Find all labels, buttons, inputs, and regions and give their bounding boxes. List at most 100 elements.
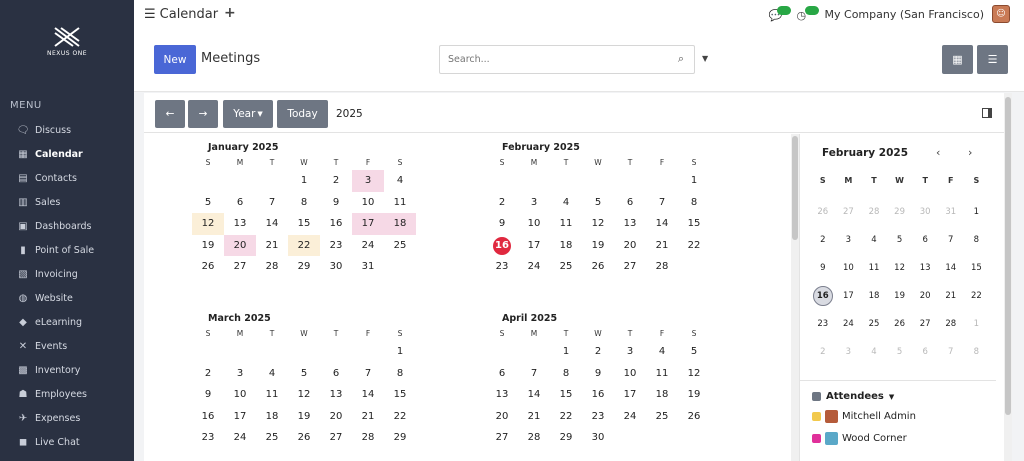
mini-day-cell[interactable]: 20 <box>912 282 938 310</box>
mini-day-cell[interactable]: 6 <box>912 226 938 254</box>
mini-day-cell[interactable]: 13 <box>912 254 938 282</box>
day-cell[interactable]: 4 <box>550 192 582 214</box>
day-cell[interactable]: 16 <box>582 384 614 406</box>
day-cell[interactable]: 10 <box>224 384 256 406</box>
day-cell[interactable]: 14 <box>646 213 678 235</box>
mini-day-cell[interactable]: 26 <box>810 198 836 226</box>
day-cell[interactable]: 21 <box>518 406 550 428</box>
scale-dropdown[interactable]: Year ▼ <box>223 100 273 128</box>
day-cell[interactable]: 27 <box>486 427 518 449</box>
mini-day-cell[interactable]: 14 <box>938 254 964 282</box>
day-cell[interactable]: 20 <box>320 406 352 428</box>
day-cell[interactable]: 18 <box>550 235 582 257</box>
day-cell[interactable]: 24 <box>518 256 550 278</box>
day-cell[interactable]: 5 <box>678 341 710 363</box>
toggle-sidepanel-icon[interactable] <box>982 108 992 118</box>
day-cell[interactable]: 15 <box>384 384 416 406</box>
day-cell[interactable]: 20 <box>486 406 518 428</box>
mini-day-cell[interactable]: 15 <box>964 254 990 282</box>
sidebar-item-invoicing[interactable]: ▧ Invoicing <box>16 262 94 286</box>
day-cell[interactable]: 12 <box>582 213 614 235</box>
day-cell[interactable]: 11 <box>550 213 582 235</box>
day-cell[interactable]: 18 <box>646 384 678 406</box>
day-cell[interactable]: 2 <box>486 192 518 214</box>
mini-day-cell[interactable]: 8 <box>964 226 990 254</box>
mini-day-cell[interactable]: 7 <box>938 226 964 254</box>
day-cell[interactable]: 9 <box>486 213 518 235</box>
day-cell[interactable]: 12 <box>288 384 320 406</box>
mini-day-cell[interactable]: 10 <box>836 254 862 282</box>
day-cell[interactable]: 10 <box>352 192 384 214</box>
day-cell[interactable]: 6 <box>486 363 518 385</box>
day-cell[interactable]: 19 <box>288 406 320 428</box>
day-cell[interactable]: 23 <box>582 406 614 428</box>
day-cell[interactable]: 20 <box>614 235 646 257</box>
mini-day-cell[interactable]: 30 <box>912 198 938 226</box>
day-cell[interactable]: 31 <box>352 256 384 278</box>
mini-day-cell[interactable]: 5 <box>887 338 913 366</box>
day-cell[interactable]: 29 <box>288 256 320 278</box>
attendee-checkbox[interactable] <box>812 434 821 443</box>
day-cell[interactable]: 27 <box>614 256 646 278</box>
mini-day-cell[interactable]: 19 <box>887 282 913 310</box>
attendee-checkbox[interactable] <box>812 412 821 421</box>
sidebar-item-elearning[interactable]: ◆ eLearning <box>16 310 94 334</box>
day-cell[interactable]: 26 <box>192 256 224 278</box>
mini-prev-icon[interactable]: ‹ <box>936 146 940 159</box>
day-cell[interactable]: 27 <box>224 256 256 278</box>
day-cell[interactable]: 28 <box>646 256 678 278</box>
day-cell[interactable]: 1 <box>384 341 416 363</box>
day-cell[interactable]: 21 <box>256 235 288 257</box>
search-options-caret-icon[interactable]: ▼ <box>702 54 708 63</box>
mini-day-cell[interactable]: 27 <box>912 310 938 338</box>
day-cell[interactable]: 13 <box>486 384 518 406</box>
day-cell[interactable]: 30 <box>582 427 614 449</box>
today-button[interactable]: Today <box>277 100 328 128</box>
day-cell[interactable]: 17 <box>352 213 384 235</box>
day-cell[interactable]: 6 <box>614 192 646 214</box>
day-cell[interactable]: 5 <box>582 192 614 214</box>
day-cell[interactable]: 16 <box>486 235 518 257</box>
day-cell[interactable]: 18 <box>384 213 416 235</box>
day-cell[interactable]: 11 <box>646 363 678 385</box>
day-cell[interactable]: 6 <box>320 363 352 385</box>
user-avatar[interactable]: ☺ <box>992 5 1010 23</box>
day-cell[interactable]: 23 <box>320 235 352 257</box>
day-cell[interactable]: 2 <box>320 170 352 192</box>
day-cell[interactable]: 1 <box>288 170 320 192</box>
day-cell[interactable]: 11 <box>384 192 416 214</box>
next-button[interactable]: → <box>188 100 218 128</box>
sidebar-item-employees[interactable]: ☗ Employees <box>16 382 94 406</box>
page-scrollbar[interactable] <box>1004 93 1012 461</box>
day-cell[interactable]: 9 <box>320 192 352 214</box>
mini-day-cell[interactable]: 12 <box>887 254 913 282</box>
day-cell[interactable]: 28 <box>352 427 384 449</box>
day-cell[interactable]: 13 <box>224 213 256 235</box>
day-cell[interactable]: 5 <box>192 192 224 214</box>
mini-day-cell[interactable]: 17 <box>836 282 862 310</box>
day-cell[interactable]: 21 <box>646 235 678 257</box>
day-cell[interactable]: 16 <box>192 406 224 428</box>
list-view-button[interactable]: ☰ <box>977 45 1008 74</box>
day-cell[interactable]: 23 <box>192 427 224 449</box>
mini-day-cell[interactable]: 8 <box>964 338 990 366</box>
mini-day-cell[interactable]: 6 <box>912 338 938 366</box>
mini-day-cell[interactable]: 27 <box>836 198 862 226</box>
day-cell[interactable]: 26 <box>288 427 320 449</box>
mini-day-cell[interactable]: 21 <box>938 282 964 310</box>
day-cell[interactable]: 25 <box>256 427 288 449</box>
day-cell[interactable]: 19 <box>192 235 224 257</box>
search-input[interactable] <box>440 46 660 72</box>
day-cell[interactable]: 3 <box>352 170 384 192</box>
day-cell[interactable]: 14 <box>256 213 288 235</box>
day-cell[interactable]: 22 <box>550 406 582 428</box>
day-cell[interactable]: 1 <box>678 170 710 192</box>
attendee-item[interactable]: Wood Corner <box>812 432 907 445</box>
day-cell[interactable]: 18 <box>256 406 288 428</box>
mini-day-cell[interactable]: 1 <box>964 198 990 226</box>
day-cell[interactable]: 17 <box>518 235 550 257</box>
day-cell[interactable]: 30 <box>320 256 352 278</box>
mini-day-cell[interactable]: 23 <box>810 310 836 338</box>
day-cell[interactable]: 24 <box>352 235 384 257</box>
day-cell[interactable]: 23 <box>486 256 518 278</box>
